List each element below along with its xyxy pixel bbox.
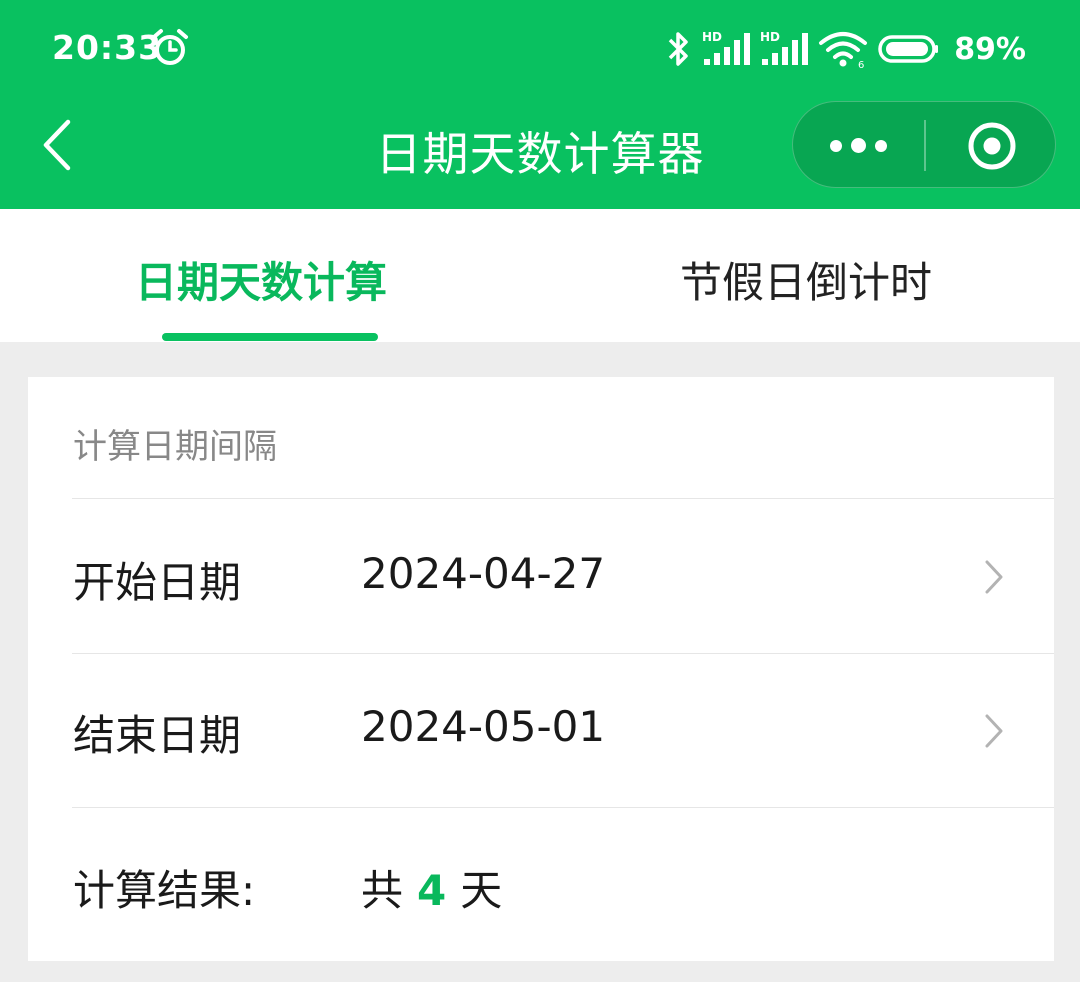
divider <box>72 653 1054 654</box>
more-dots-icon <box>875 139 887 152</box>
divider <box>72 498 1054 499</box>
page-title: 日期天数计算器 <box>375 127 705 181</box>
status-bar: 20:33 HD HD 6 89% <box>0 0 1080 100</box>
status-time: 20:33 <box>52 28 163 67</box>
active-tab-indicator <box>162 333 378 341</box>
result-value: 共4天 <box>361 857 502 918</box>
end-date-label: 结束日期 <box>73 711 242 760</box>
status-icons: HD HD 6 89% <box>666 28 1026 70</box>
more-button[interactable] <box>793 102 924 189</box>
result-suffix: 天 <box>460 866 503 915</box>
back-arrow-icon[interactable] <box>36 116 84 174</box>
svg-text:6: 6 <box>858 60 864 69</box>
chevron-right-icon <box>985 560 1003 594</box>
start-date-value[interactable]: 2024-04-27 <box>361 549 605 598</box>
tab-bar: 日期天数计算 节假日倒计时 <box>0 209 1080 342</box>
divider <box>72 807 1054 808</box>
tab-holiday-countdown[interactable]: 节假日倒计时 <box>680 249 932 310</box>
result-label: 计算结果: <box>73 866 256 915</box>
app-header: 20:33 HD HD 6 89% 日期天数计算器 <box>0 0 1080 209</box>
close-button[interactable] <box>926 102 1057 189</box>
battery-icon <box>878 35 939 63</box>
tab-date-days[interactable]: 日期天数计算 <box>135 249 387 310</box>
card-title: 计算日期间隔 <box>73 427 277 467</box>
result-days: 4 <box>417 866 447 915</box>
end-date-value[interactable]: 2024-05-01 <box>361 702 605 751</box>
wifi-icon: 6 <box>819 32 868 69</box>
svg-text:HD: HD <box>760 30 780 44</box>
date-interval-card: 计算日期间隔 开始日期 2024-04-27 结束日期 2024-05-01 计… <box>28 377 1054 961</box>
more-dots-icon <box>851 138 866 153</box>
bluetooth-icon <box>668 32 688 66</box>
close-target-icon <box>968 122 1015 169</box>
signal-hd-icon: HD <box>760 30 809 65</box>
alarm-icon <box>152 29 188 65</box>
battery-percentage: 89% <box>954 31 1026 67</box>
result-prefix: 共 <box>361 866 404 915</box>
more-dots-icon <box>830 139 842 152</box>
svg-text:HD: HD <box>702 30 722 44</box>
signal-hd-icon: HD <box>702 30 751 65</box>
start-date-label: 开始日期 <box>73 558 242 607</box>
chevron-right-icon <box>985 714 1003 748</box>
menu-capsule <box>792 101 1056 188</box>
